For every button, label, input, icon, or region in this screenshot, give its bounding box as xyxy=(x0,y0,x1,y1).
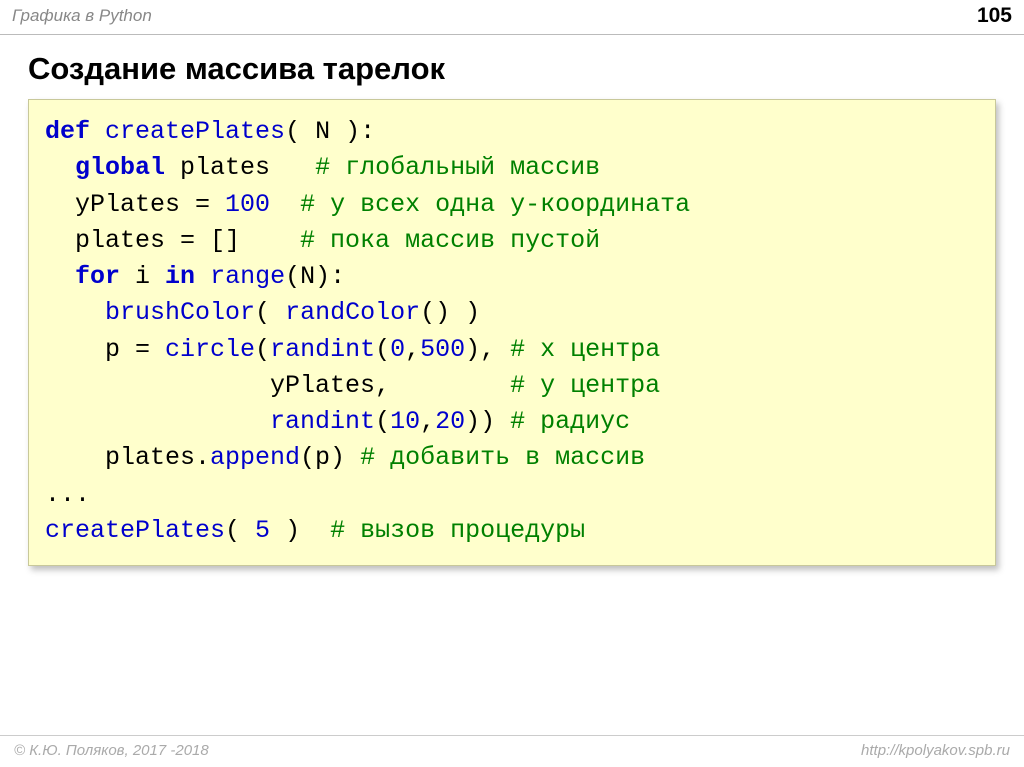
code-text: plates = [] xyxy=(45,226,300,255)
page-title: Создание массива тарелок xyxy=(0,35,1024,99)
fn-append: append xyxy=(210,443,300,472)
number: 0 xyxy=(390,335,405,364)
code-block: def createPlates( N ): global plates # г… xyxy=(28,99,996,566)
code-text: ), xyxy=(465,335,510,364)
footer-url: http://kpolyakov.spb.ru xyxy=(861,742,1010,759)
fn-createplates: createPlates xyxy=(105,117,285,146)
fn-randcolor: randColor xyxy=(285,298,420,327)
code-text: )) xyxy=(465,407,510,436)
code-text: ) xyxy=(270,516,330,545)
code-text: yPlates = xyxy=(45,190,225,219)
kw-global: global xyxy=(75,153,165,182)
comment: # x центра xyxy=(510,335,660,364)
footer: © К.Ю. Поляков, 2017 -2018 http://kpolya… xyxy=(0,735,1024,767)
comment: # y центра xyxy=(510,371,660,400)
header-title: Графика в Python xyxy=(12,6,152,26)
code-text xyxy=(270,190,300,219)
code-text: yPlates, xyxy=(45,371,510,400)
comment: # радиус xyxy=(510,407,630,436)
fn-randint: randint xyxy=(270,407,375,436)
number: 5 xyxy=(255,516,270,545)
code-text: , xyxy=(405,335,420,364)
code-text: () ) xyxy=(420,298,480,327)
number: 500 xyxy=(420,335,465,364)
page-number: 105 xyxy=(977,4,1012,28)
code-text xyxy=(45,407,270,436)
code-text xyxy=(45,298,105,327)
code-text: i xyxy=(120,262,165,291)
comment: # глобальный массив xyxy=(315,153,600,182)
fn-circle: circle xyxy=(165,335,255,364)
code-text: ( xyxy=(375,407,390,436)
number: 20 xyxy=(435,407,465,436)
code-text: p = xyxy=(45,335,165,364)
header-bar: Графика в Python 105 xyxy=(0,0,1024,35)
fn-randint: randint xyxy=(270,335,375,364)
fn-range: range xyxy=(210,262,285,291)
comment: # добавить в массив xyxy=(360,443,645,472)
code-text: ( N ): xyxy=(285,117,375,146)
number: 100 xyxy=(225,190,270,219)
code-text xyxy=(195,262,210,291)
code-text: ( xyxy=(375,335,390,364)
code-text: (N): xyxy=(285,262,345,291)
number: 10 xyxy=(390,407,420,436)
kw-for: for xyxy=(75,262,120,291)
comment: # пока массив пустой xyxy=(300,226,600,255)
kw-in: in xyxy=(165,262,195,291)
code-text: plates. xyxy=(45,443,210,472)
comment: # у всех одна y-координата xyxy=(300,190,690,219)
comment: # вызов процедуры xyxy=(330,516,585,545)
fn-createplates-call: createPlates xyxy=(45,516,225,545)
footer-copyright: © К.Ю. Поляков, 2017 -2018 xyxy=(14,742,209,759)
code-text: (p) xyxy=(300,443,360,472)
code-text: plates xyxy=(165,153,315,182)
code-text: ( xyxy=(225,516,255,545)
code-text: ( xyxy=(255,335,270,364)
fn-brushcolor: brushColor xyxy=(105,298,255,327)
kw-def: def xyxy=(45,117,90,146)
code-text: , xyxy=(420,407,435,436)
code-text: ( xyxy=(255,298,285,327)
slide: Графика в Python 105 Создание массива та… xyxy=(0,0,1024,767)
code-text: ... xyxy=(45,480,90,509)
